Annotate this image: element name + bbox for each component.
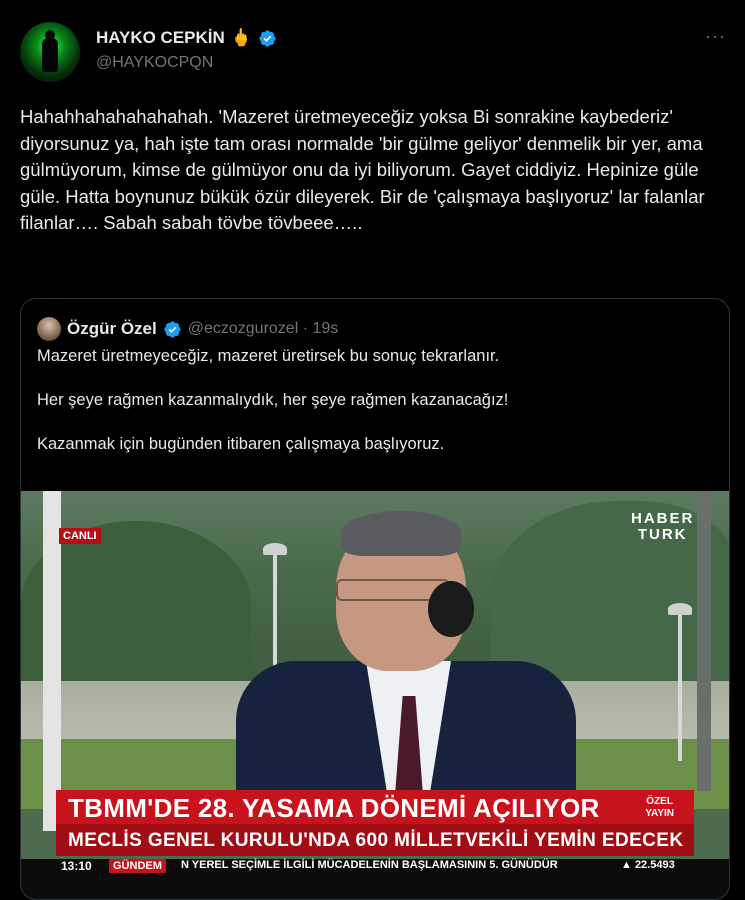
verified-badge-icon xyxy=(259,29,276,47)
special-broadcast-badge: ÖZEL YAYIN xyxy=(645,796,674,820)
channel-logo: HABER TURK xyxy=(631,511,694,543)
news-subheadline-bar: MECLİS GENEL KURULU'NDA 600 MİLLETVEKİLİ… xyxy=(56,824,694,856)
speaker-hair xyxy=(341,511,461,556)
channel-logo-line: HABER xyxy=(631,510,695,527)
quoted-author-avatar[interactable] xyxy=(37,317,61,341)
quoted-tweet-text: Mazeret üretmeyeceğiz, mazeret üretirsek… xyxy=(37,345,717,477)
speaker-headset xyxy=(428,581,474,637)
author-name[interactable]: HAYKO CEPKİN xyxy=(96,28,225,48)
pole xyxy=(697,491,711,791)
author-name-row: HAYKO CEPKİN 🖕 xyxy=(96,28,277,48)
badge-line: YAYIN xyxy=(645,808,674,819)
ticker-text: N YEREL SEÇİMLE İLGİLİ MÜCADELENİN BAŞLA… xyxy=(181,859,558,871)
quoted-line: Her şeye rağmen kazanmalıydık, her şeye … xyxy=(37,391,509,409)
avatar-figure-body xyxy=(42,38,58,72)
tweet[interactable]: HAYKO CEPKİN 🖕 @HAYKOCPQN ··· Hahahhahah… xyxy=(0,0,745,900)
channel-logo-line: TURK xyxy=(637,526,688,543)
tweet-text: Hahahhahahahahahah. 'Mazeret üretmeyeceğ… xyxy=(20,106,710,233)
quoted-verified-badge-icon xyxy=(164,320,181,338)
more-options-icon[interactable]: ··· xyxy=(705,26,726,47)
quoted-author-name[interactable]: Özgür Özel xyxy=(67,319,157,339)
ticker-stock: ▲ 22.5493 xyxy=(621,859,675,871)
news-headline-bar: TBMM'DE 28. YASAMA DÖNEMİ AÇILIYOR ÖZEL … xyxy=(56,790,694,824)
lamp xyxy=(668,603,692,615)
author-handle[interactable]: @HAYKOCPQN xyxy=(96,54,213,72)
quoted-tweet[interactable]: Özgür Özel @eczozgurozel · 19s Mazeret ü… xyxy=(20,298,730,900)
quoted-tweet-header: Özgür Özel @eczozgurozel · 19s xyxy=(37,317,338,341)
badge-line: ÖZEL xyxy=(646,796,673,807)
video-thumbnail[interactable]: CANLI HABER TURK TBMM'DE 28. YASAMA DÖNE… xyxy=(21,491,729,899)
news-ticker: 13:10 GÜNDEM N YEREL SEÇİMLE İLGİLİ MÜCA… xyxy=(21,859,729,899)
speaker xyxy=(236,511,576,821)
news-subheadline: MECLİS GENEL KURULU'NDA 600 MİLLETVEKİLİ… xyxy=(68,830,684,851)
quoted-line: Kazanmak için bugünden itibaren çalışmay… xyxy=(37,435,445,453)
quoted-author-handle[interactable]: @eczozgurozel · 19s xyxy=(188,320,339,338)
live-badge: CANLI xyxy=(59,528,101,544)
ticker-time: 13:10 xyxy=(61,859,92,873)
middle-finger-emoji-icon: 🖕 xyxy=(230,28,252,47)
ticker-label: GÜNDEM xyxy=(109,859,166,873)
lamp-post xyxy=(678,611,682,761)
news-headline: TBMM'DE 28. YASAMA DÖNEMİ AÇILIYOR xyxy=(68,793,600,823)
author-avatar[interactable] xyxy=(20,22,80,82)
quoted-line: Mazeret üretmeyeceğiz, mazeret üretirsek… xyxy=(37,347,500,365)
